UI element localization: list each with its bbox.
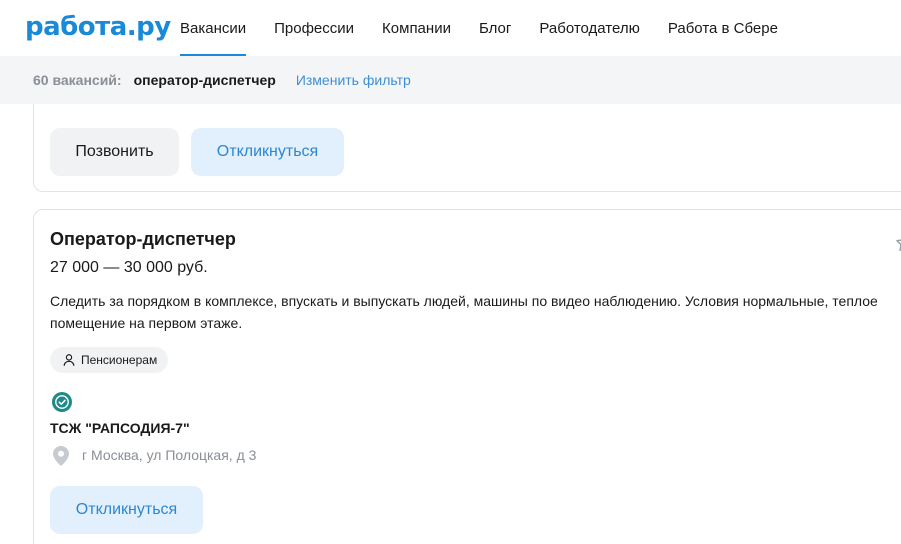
nav-item-employer[interactable]: Работодателю [525, 0, 653, 56]
vacancy-count: 60 вакансий: [33, 72, 122, 88]
filter-query: оператор-диспетчер [133, 72, 276, 88]
company-address: г Москва, ул Полоцкая, д 3 [82, 447, 257, 463]
nav-item-sber-jobs[interactable]: Работа в Сбере [654, 0, 792, 56]
vacancy-salary: 27 000 — 30 000 руб. [50, 259, 208, 276]
main-nav: Вакансии Профессии Компании Блог Работод… [166, 0, 792, 56]
vacancy-description: Следить за порядком в комплексе, впускат… [50, 293, 878, 331]
respond-button[interactable]: Откликнуться [191, 128, 344, 176]
site-logo[interactable]: работа.ру [25, 12, 171, 42]
verified-check-icon [52, 392, 72, 412]
location-pin-icon [53, 446, 69, 466]
vacancy-title[interactable]: Оператор-диспетчер [50, 229, 236, 250]
nav-item-professions[interactable]: Профессии [260, 0, 368, 56]
company-name[interactable]: ТСЖ "РАПСОДИЯ-7" [50, 420, 190, 436]
nav-item-companies[interactable]: Компании [368, 0, 465, 56]
tag-label: Пенсионерам [81, 353, 158, 367]
star-icon[interactable] [894, 232, 901, 254]
nav-item-vacancies[interactable]: Вакансии [166, 0, 260, 56]
respond-button[interactable]: Откликнуться [50, 486, 203, 534]
call-button[interactable]: Позвонить [50, 128, 179, 176]
tag-pensioners[interactable]: Пенсионерам [50, 347, 169, 373]
filter-bar: 60 вакансий: оператор-диспетчер Изменить… [0, 56, 901, 104]
site-header: работа.ру Вакансии Профессии Компании Бл… [0, 0, 901, 56]
vacancy-card[interactable]: Оператор-диспетчер 27 000 — 30 000 руб. … [33, 209, 901, 544]
change-filter-link[interactable]: Изменить фильтр [296, 72, 411, 88]
person-icon [63, 354, 75, 366]
nav-item-blog[interactable]: Блог [465, 0, 525, 56]
